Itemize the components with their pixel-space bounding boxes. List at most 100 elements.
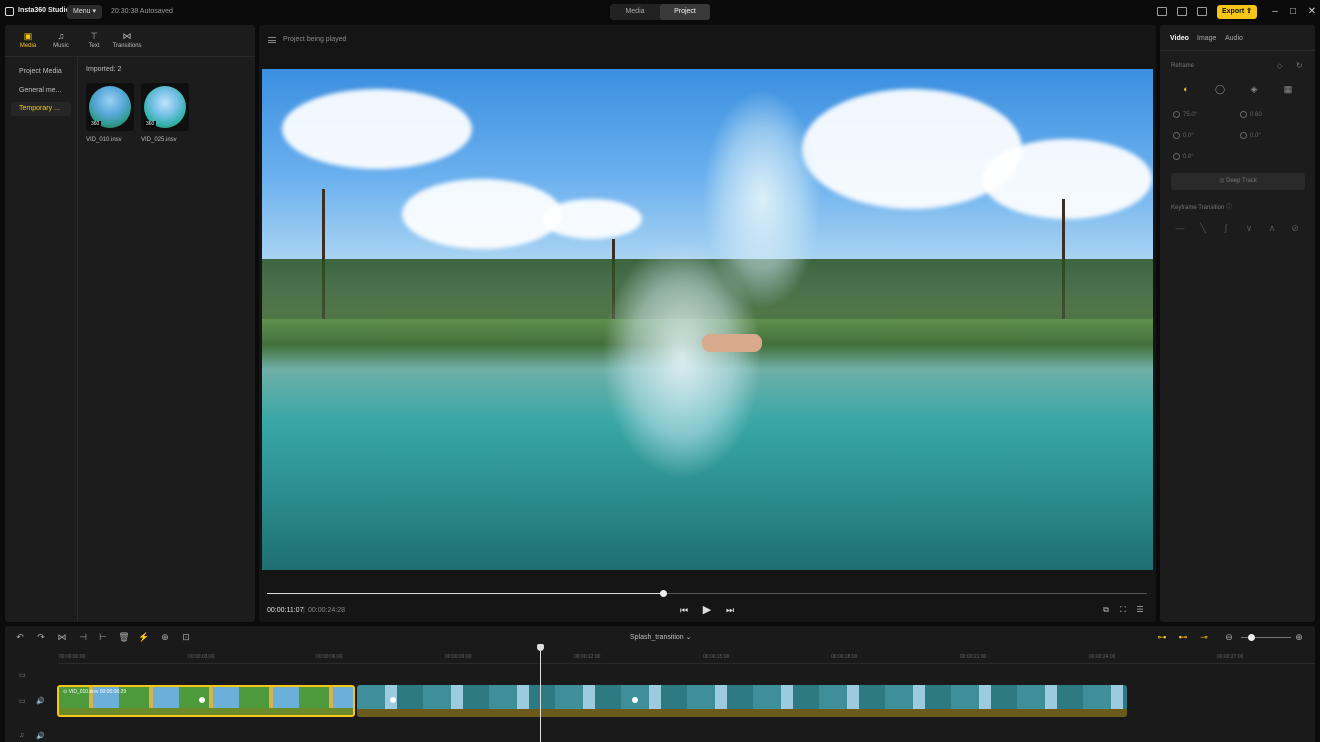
zoom-out-icon[interactable]: ⊖ bbox=[1223, 631, 1235, 643]
play-button[interactable]: ▶ bbox=[701, 604, 713, 616]
cloud bbox=[282, 89, 472, 169]
speed-icon[interactable]: ⚡ bbox=[138, 631, 150, 643]
total-time: 00:00:24:28 bbox=[308, 607, 345, 614]
redo-icon[interactable]: ↷ bbox=[35, 631, 47, 643]
volume-icon[interactable]: 🔊 bbox=[36, 732, 45, 740]
ruler-label: 00:00:18:00 bbox=[831, 654, 858, 660]
tab-text[interactable]: ⊤ Text bbox=[79, 31, 109, 51]
free-view-icon[interactable]: ◐ bbox=[1181, 84, 1191, 94]
magnet-icon[interactable]: ⊷ bbox=[1177, 631, 1189, 643]
layout-icon[interactable] bbox=[1157, 7, 1167, 16]
fov-param[interactable]: 75.0° bbox=[1173, 111, 1197, 118]
sidebar-item-project-media[interactable]: Project Media bbox=[11, 65, 71, 79]
playhead-handle[interactable] bbox=[537, 644, 544, 651]
next-frame-button[interactable]: ⏭ bbox=[724, 604, 736, 616]
snapshot-icon[interactable]: ⧉ bbox=[1101, 605, 1111, 615]
video-clip[interactable]: ⊙ VID_010.insv 00:00:06:29 bbox=[57, 685, 355, 717]
maximize-icon[interactable]: □ bbox=[1287, 5, 1299, 19]
task-list-icon[interactable] bbox=[1197, 7, 1207, 16]
roll-icon bbox=[1173, 153, 1180, 160]
zoom-in-icon[interactable]: ⊕ bbox=[1293, 631, 1305, 643]
tiny-planet-icon[interactable]: ◯ bbox=[1215, 84, 1225, 94]
ruler-label: 00:00:27:00 bbox=[1217, 654, 1244, 660]
scrub-handle[interactable] bbox=[660, 590, 667, 597]
sidebar-item-general-media[interactable]: General me... bbox=[11, 84, 71, 98]
keyframe-marker[interactable] bbox=[390, 697, 396, 703]
tab-audio[interactable]: Audio bbox=[1225, 35, 1243, 42]
none-easing-icon[interactable]: ⊘ bbox=[1289, 223, 1301, 233]
link-icon[interactable]: ⊶ bbox=[1156, 631, 1168, 643]
tab-media-mode[interactable]: Media bbox=[610, 4, 660, 20]
media-filename: VID_010.insv bbox=[86, 137, 122, 143]
pan-icon bbox=[1173, 132, 1180, 139]
viewer-title: Project being played bbox=[283, 36, 347, 43]
snap-icon[interactable]: ⊸ bbox=[1198, 631, 1210, 643]
roll-param[interactable]: 0.0° bbox=[1173, 153, 1194, 160]
ruler-label: 00:00:15:00 bbox=[703, 654, 730, 660]
timeline-clip-name[interactable]: Splash_transition ⌄ bbox=[630, 633, 692, 641]
tab-music[interactable]: ♫ Music bbox=[46, 31, 76, 51]
linear-easing-icon[interactable]: — bbox=[1174, 223, 1186, 233]
close-icon[interactable]: ✕ bbox=[1306, 5, 1318, 19]
water-splash bbox=[702, 89, 822, 309]
tab-video[interactable]: Video bbox=[1170, 35, 1189, 42]
tab-image[interactable]: Image bbox=[1197, 35, 1216, 42]
distortion-icon bbox=[1240, 111, 1247, 118]
video-clip[interactable] bbox=[357, 685, 1127, 717]
keyframe-diamond-icon[interactable]: ◇ bbox=[1277, 62, 1282, 70]
zoom-handle[interactable] bbox=[1248, 634, 1255, 641]
tab-media[interactable]: ▣ Media bbox=[13, 31, 43, 51]
tab-project-mode[interactable]: Project bbox=[660, 4, 710, 20]
music-note-icon: ♫ bbox=[57, 31, 65, 41]
deep-track-button[interactable]: ◎ Deep Track bbox=[1171, 173, 1305, 190]
bounce-icon[interactable]: ∧ bbox=[1266, 223, 1278, 233]
ruler-label: 00:00:24:00 bbox=[1089, 654, 1116, 660]
tilt-param[interactable]: 0.0° bbox=[1240, 132, 1261, 139]
panel-toggle-icon[interactable] bbox=[1177, 7, 1187, 16]
minimize-icon[interactable]: – bbox=[1269, 5, 1281, 19]
menu-button[interactable]: Menu ▾ bbox=[67, 5, 102, 19]
reset-icon[interactable]: ↻ bbox=[1296, 61, 1303, 70]
media-thumbnail[interactable]: 360 bbox=[86, 83, 134, 131]
previous-frame-button[interactable]: ⏮ bbox=[678, 604, 690, 616]
timeline-panel: ↶ ↷ ⋈ ⊣ ⊢ 🗑 ⚡ ⊕ ⊡ Splash_transition ⌄ ⊶ … bbox=[5, 626, 1315, 742]
music-track-icon[interactable]: ♫ bbox=[19, 732, 24, 739]
text-track-icon[interactable]: ▭ bbox=[19, 671, 26, 679]
cloud bbox=[402, 179, 562, 249]
undo-icon[interactable]: ↶ bbox=[14, 631, 26, 643]
fullscreen-icon[interactable]: ⛶ bbox=[1118, 605, 1128, 615]
list-icon[interactable] bbox=[268, 37, 276, 43]
playhead[interactable] bbox=[540, 648, 541, 742]
trim-right-icon[interactable]: ⊢ bbox=[97, 631, 109, 643]
delete-icon[interactable]: 🗑 bbox=[118, 631, 130, 643]
more-views-icon[interactable]: ▦ bbox=[1283, 84, 1293, 94]
swimmer bbox=[702, 334, 762, 352]
crystal-ball-icon[interactable]: ◈ bbox=[1249, 84, 1259, 94]
mode-switch: Media Project bbox=[610, 4, 710, 20]
media-thumbnail[interactable]: 360 bbox=[141, 83, 189, 131]
export-button[interactable]: Export ⇪ bbox=[1217, 5, 1257, 19]
pan-param[interactable]: 0.0° bbox=[1173, 132, 1194, 139]
app-window: Insta360 Studio Menu ▾ 20:30:38 Autosave… bbox=[0, 0, 1320, 742]
settings-icon[interactable]: ☰ bbox=[1135, 605, 1145, 615]
snapshot-icon[interactable]: ⊡ bbox=[180, 631, 192, 643]
distortion-param[interactable]: 0.60 bbox=[1240, 111, 1262, 118]
time-separator: | bbox=[303, 607, 305, 614]
time-ruler[interactable]: 00:00:00:00 00:00:03:00 00:00:06:00 00:0… bbox=[58, 648, 1315, 664]
trim-left-icon[interactable]: ⊣ bbox=[77, 631, 89, 643]
keyframe-marker[interactable] bbox=[199, 697, 205, 703]
video-track-icon[interactable]: ▭ bbox=[19, 697, 26, 705]
add-keyframe-icon[interactable]: ⊕ bbox=[159, 631, 171, 643]
sidebar-item-temporary[interactable]: Temporary ... bbox=[11, 102, 71, 116]
current-time: 00:00:11:07 bbox=[267, 607, 304, 614]
ruler-label: 00:00:06:00 bbox=[316, 654, 343, 660]
ease-out-icon[interactable]: ∫ bbox=[1220, 223, 1232, 233]
ease-in-out-icon[interactable]: ∨ bbox=[1243, 223, 1255, 233]
tab-transitions[interactable]: ⋈ Transitions bbox=[112, 31, 142, 51]
keyframe-transition-label: Keyframe Transition ⓘ bbox=[1171, 205, 1233, 211]
keyframe-marker[interactable] bbox=[632, 697, 638, 703]
video-preview[interactable] bbox=[262, 69, 1153, 570]
volume-icon[interactable]: 🔊 bbox=[36, 697, 45, 705]
split-icon[interactable]: ⋈ bbox=[56, 631, 68, 643]
ease-in-icon[interactable]: ╲ bbox=[1197, 223, 1209, 233]
